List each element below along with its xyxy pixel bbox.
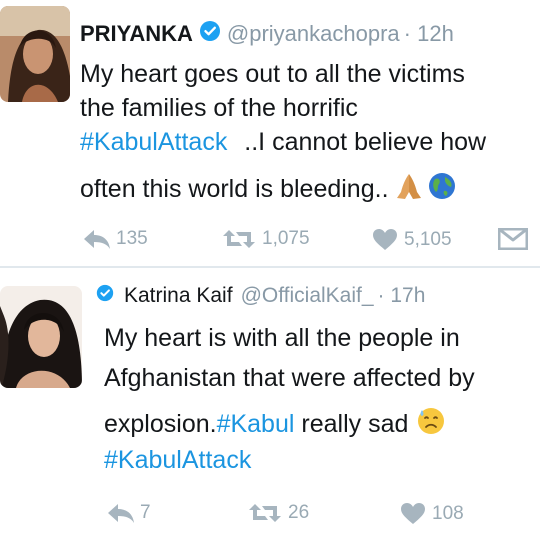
- tweet-time[interactable]: · 12h: [404, 21, 454, 47]
- direct-message-button[interactable]: [498, 228, 528, 250]
- retweet-count: 1,075: [262, 228, 310, 249]
- tweet-text-fragment: ..I cannot believe how: [244, 128, 487, 156]
- verified-badge-icon: [199, 20, 221, 48]
- author-name[interactable]: Katrina Kaif: [124, 284, 233, 308]
- hashtag-link[interactable]: #KabulAttack: [104, 446, 251, 474]
- retweet-icon: [248, 502, 282, 524]
- tweet-text-line-1: My heart is with all the people in: [104, 324, 460, 352]
- like-count: 5,105: [404, 229, 452, 250]
- envelope-icon: [498, 228, 528, 250]
- reply-icon: [106, 502, 136, 524]
- hashtag-link[interactable]: #KabulAttack: [80, 128, 227, 156]
- folded-hands-icon: [393, 170, 425, 209]
- tweet-text-line-4: often this world is bleeding..: [80, 170, 457, 209]
- retweet-icon: [222, 228, 256, 250]
- earth-globe-icon: [427, 171, 457, 208]
- author-name[interactable]: PRIYANKA: [80, 21, 193, 47]
- reply-icon: [82, 228, 112, 250]
- author-handle[interactable]: @priyankachopra: [227, 21, 400, 47]
- hashtag-link[interactable]: #Kabul: [217, 410, 295, 439]
- retweet-count: 26: [288, 502, 310, 523]
- reply-button[interactable]: 135: [82, 228, 148, 250]
- reply-count: 135: [116, 228, 148, 249]
- tweet-text-line-4: #KabulAttack: [104, 446, 251, 475]
- tweet-time[interactable]: · 17h: [378, 284, 426, 308]
- tweet-header: PRIYANKA @priyankachopra · 12h: [80, 20, 454, 48]
- verified-badge-icon: [96, 284, 114, 308]
- retweet-button[interactable]: 1,075: [222, 228, 310, 250]
- tweet-katrina[interactable]: Katrina Kaif @OfficialKaif_ · 17h My hea…: [0, 268, 540, 540]
- sad-face-icon: [416, 406, 446, 443]
- heart-icon: [400, 502, 426, 526]
- tweet-text-line-2: the families of the horrific: [80, 94, 358, 122]
- tweet-text-fragment: really sad: [294, 410, 409, 438]
- tweet-header: Katrina Kaif @OfficialKaif_ · 17h: [96, 284, 425, 308]
- avatar[interactable]: [0, 286, 82, 388]
- avatar[interactable]: [0, 6, 70, 102]
- tweet-actions: 7 26 108: [0, 496, 540, 530]
- tweet-text-fragment: often this world is bleeding..: [80, 175, 389, 203]
- tweet-actions: 135 1,075 5,105: [0, 222, 540, 256]
- author-handle[interactable]: @OfficialKaif_: [241, 284, 374, 308]
- retweet-button[interactable]: 26: [248, 502, 309, 524]
- tweet-text-line-1: My heart goes out to all the victims: [80, 60, 465, 88]
- tweet-priyanka[interactable]: PRIYANKA @priyankachopra · 12h My heart …: [0, 0, 540, 268]
- like-button[interactable]: 108: [400, 502, 464, 526]
- reply-count: 7: [140, 502, 151, 523]
- heart-icon: [372, 228, 398, 252]
- tweet-text-line-3: explosion. #Kabul really sad: [104, 406, 446, 443]
- tweet-text-line-2: Afghanistan that were affected by: [104, 364, 475, 392]
- like-count: 108: [432, 503, 464, 524]
- reply-button[interactable]: 7: [106, 502, 151, 524]
- tweet-text-line-3: #KabulAttack ..I cannot believe how: [80, 128, 486, 157]
- like-button[interactable]: 5,105: [372, 228, 452, 252]
- tweet-text-fragment: explosion.: [104, 410, 217, 438]
